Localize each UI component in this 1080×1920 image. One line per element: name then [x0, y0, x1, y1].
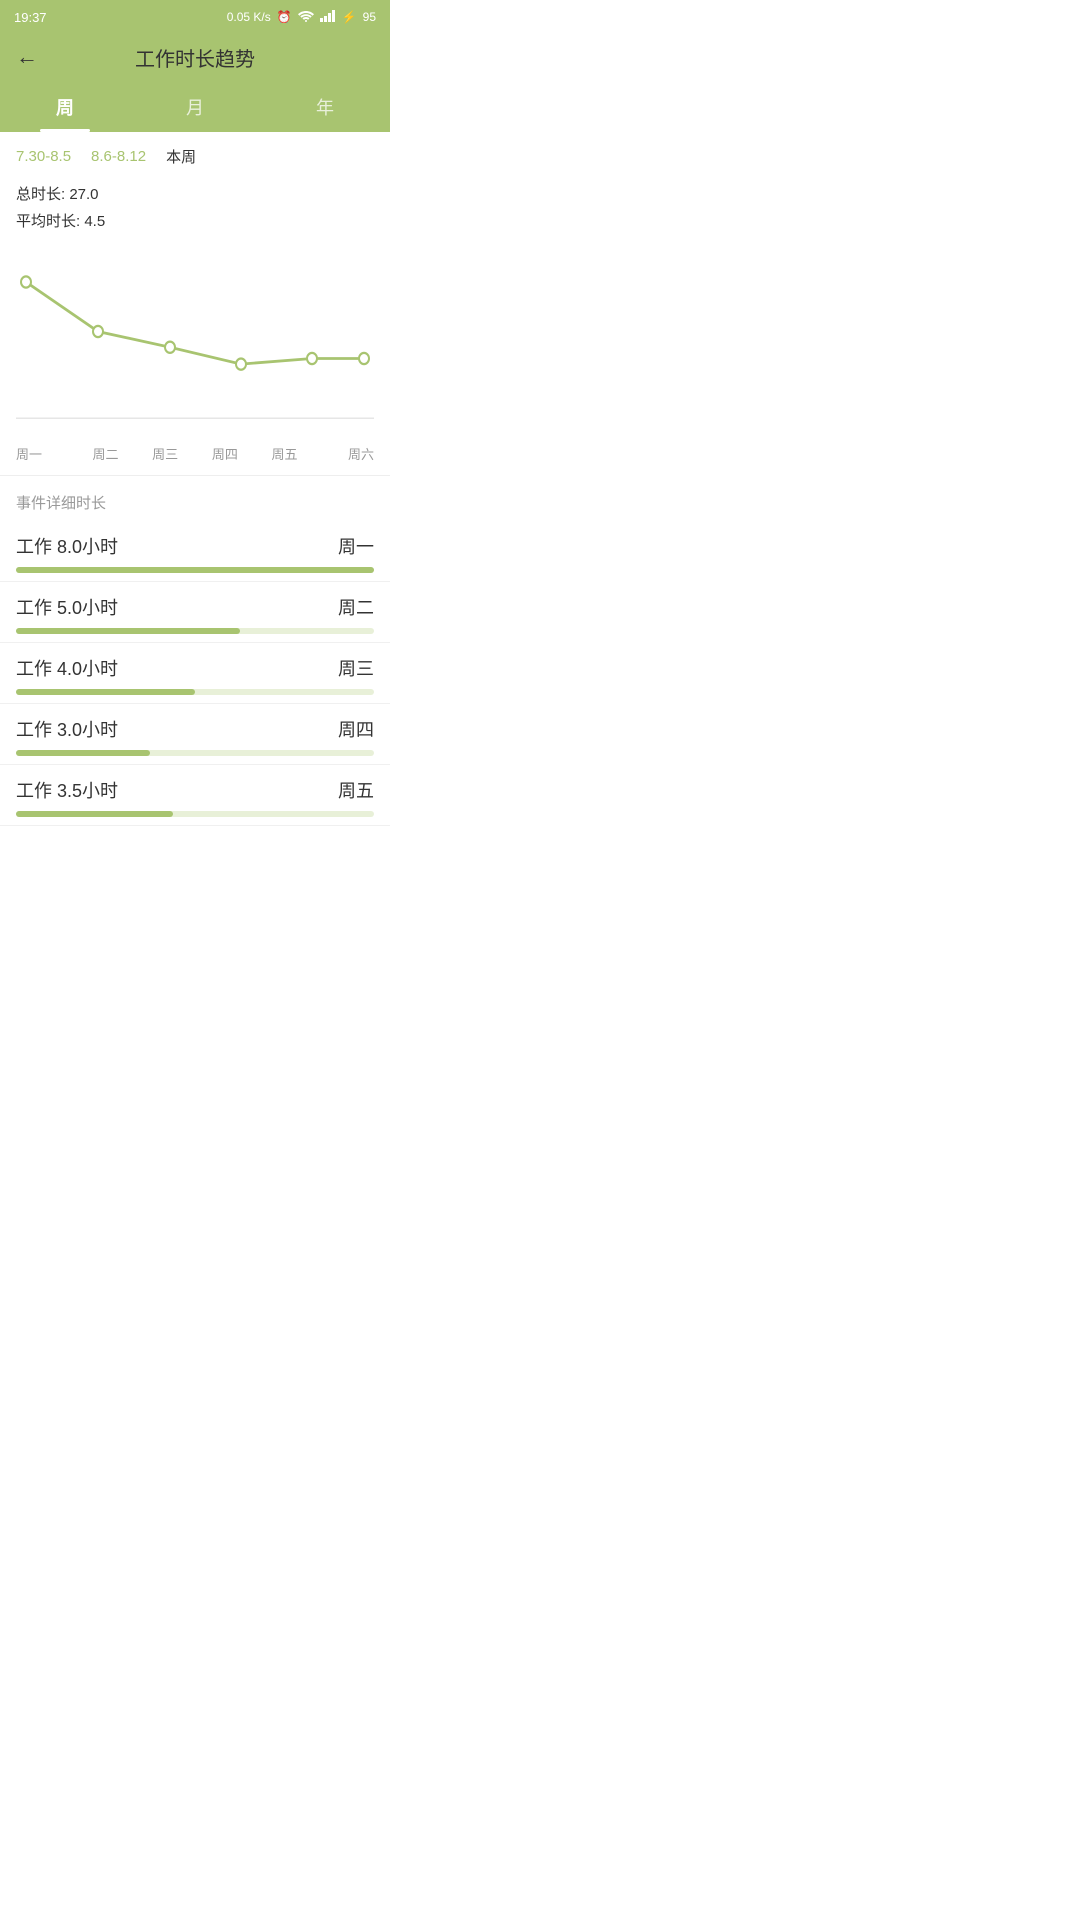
- x-label-4: 周五: [255, 444, 315, 463]
- detail-day-1: 周二: [338, 594, 374, 620]
- total-duration: 总时长: 27.0: [16, 181, 374, 208]
- line-chart: [0, 245, 390, 440]
- chart-point-5: [359, 353, 369, 364]
- x-label-1: 周二: [76, 444, 136, 463]
- progress-bg-3: [16, 750, 374, 756]
- tab-year[interactable]: 年: [260, 84, 390, 132]
- chart-point-2: [165, 342, 175, 353]
- detail-item-0: 工作 8.0小时 周一: [0, 521, 390, 582]
- chart-point-1: [93, 326, 103, 337]
- avg-duration: 平均时长: 4.5: [16, 208, 374, 235]
- header: ← 工作时长趋势: [0, 34, 390, 84]
- detail-item-2: 工作 4.0小时 周三: [0, 643, 390, 704]
- x-axis-labels: 周一 周二 周三 周四 周五 周六: [0, 440, 390, 463]
- chart-point-4: [307, 353, 317, 364]
- progress-fill-1: [16, 628, 240, 634]
- back-button[interactable]: ←: [16, 44, 38, 70]
- week-item-current[interactable]: 本周: [166, 146, 196, 167]
- progress-bg-1: [16, 628, 374, 634]
- detail-label-0: 工作 8.0小时: [16, 533, 118, 559]
- detail-item-4: 工作 3.5小时 周五: [0, 765, 390, 826]
- detail-item-1: 工作 5.0小时 周二: [0, 582, 390, 643]
- detail-section-header: 事件详细时长: [0, 476, 390, 521]
- tab-month[interactable]: 月: [130, 84, 260, 132]
- network-speed: 0.05 K/s: [227, 10, 271, 24]
- detail-label-2: 工作 4.0小时: [16, 655, 118, 681]
- progress-bg-4: [16, 811, 374, 817]
- detail-label-4: 工作 3.5小时: [16, 777, 118, 803]
- progress-fill-4: [16, 811, 173, 817]
- status-bar: 19:37 0.05 K/s ⏰ ⚡ 95: [0, 0, 390, 34]
- detail-day-3: 周四: [338, 716, 374, 742]
- x-label-0: 周一: [16, 444, 76, 463]
- charging-icon: ⚡: [342, 10, 357, 24]
- status-time: 19:37: [14, 10, 47, 25]
- x-label-5: 周六: [314, 444, 374, 463]
- progress-fill-3: [16, 750, 150, 756]
- chart-svg: [16, 255, 374, 435]
- status-right: 0.05 K/s ⏰ ⚡ 95: [227, 10, 376, 25]
- x-label-2: 周三: [135, 444, 195, 463]
- progress-bg-2: [16, 689, 374, 695]
- signal-icon: [320, 10, 336, 25]
- stats-section: 总时长: 27.0 平均时长: 4.5: [0, 175, 390, 245]
- tab-bar: 周 月 年: [0, 84, 390, 132]
- detail-item-3: 工作 3.0小时 周四: [0, 704, 390, 765]
- battery-level: 95: [363, 10, 376, 24]
- detail-day-2: 周三: [338, 655, 374, 681]
- chart-point-0: [21, 276, 31, 287]
- page-title: 工作时长趋势: [135, 43, 255, 72]
- week-item-1[interactable]: 8.6-8.12: [91, 148, 146, 165]
- progress-fill-0: [16, 567, 374, 573]
- week-selector: 7.30-8.5 8.6-8.12 本周: [0, 132, 390, 175]
- clock-icon: ⏰: [277, 10, 292, 24]
- wifi-icon: [298, 10, 314, 25]
- tab-week[interactable]: 周: [0, 84, 130, 132]
- detail-day-4: 周五: [338, 777, 374, 803]
- chart-point-3: [236, 359, 246, 370]
- progress-bg-0: [16, 567, 374, 573]
- detail-day-0: 周一: [338, 533, 374, 559]
- week-item-0[interactable]: 7.30-8.5: [16, 148, 71, 165]
- detail-label-3: 工作 3.0小时: [16, 716, 118, 742]
- detail-label-1: 工作 5.0小时: [16, 594, 118, 620]
- x-label-3: 周四: [195, 444, 255, 463]
- progress-fill-2: [16, 689, 195, 695]
